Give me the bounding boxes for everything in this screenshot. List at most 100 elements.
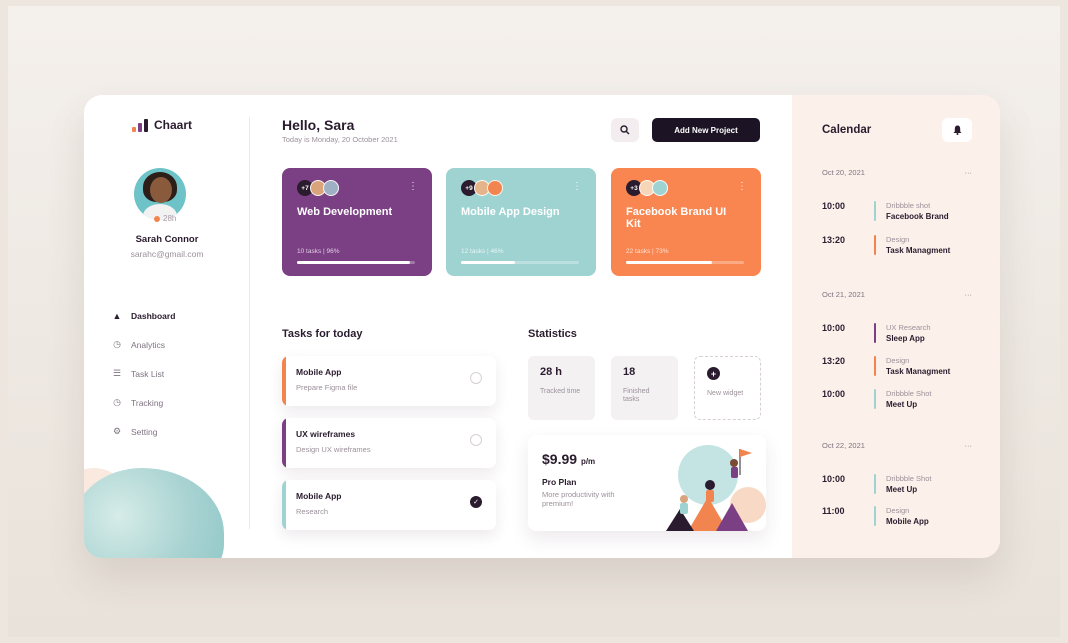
project-title: Mobile App Design [461,206,560,218]
sidebar-item-setting[interactable]: ⚙ Setting [112,417,175,446]
logo[interactable]: Chaart [132,118,192,132]
calendar-event[interactable]: 10:00 UX Research Sleep App [822,323,931,343]
event-color-bar [874,235,876,255]
task-color-stripe [282,356,286,406]
calendar-event[interactable]: 10:00 Dribbble shot Facebook Brand [822,201,949,221]
sidebar-item-task-list[interactable]: ☰ Task List [112,359,175,388]
calendar-event[interactable]: 10:00 Dribbble Shot Meet Up [822,389,931,409]
event-time: 11:00 [822,506,845,516]
calendar-date: Oct 22, 2021 [822,441,865,450]
task-title: Mobile App [296,491,342,501]
event-type: UX Research [886,323,931,332]
event-name: Meet Up [886,400,918,409]
event-name: Mobile App [886,517,929,526]
event-type: Design [886,506,910,515]
team-illustration [666,445,766,531]
avatar[interactable] [134,168,186,220]
avatar [487,180,503,196]
user-email: sarahc@gmail.com [130,249,204,259]
project-meta: 12 tasks | 46% [461,248,504,255]
task-title: UX wireframes [296,429,356,439]
stat-value: 18 [623,366,636,378]
event-name: Facebook Brand [886,212,949,221]
logo-bars-icon [132,119,148,132]
plus-icon: + [707,367,720,380]
task-checkbox-checked[interactable]: ✓ [470,496,482,508]
project-card[interactable]: +3 ⋮ Facebook Brand UI Kit 22 tasks | 73… [611,168,761,276]
event-color-bar [874,323,876,343]
task-item[interactable]: UX wireframes Design UX wireframes [282,418,496,468]
progress-fill [297,261,411,264]
event-time: 10:00 [822,474,846,484]
sidebar-item-tracking[interactable]: ◷ Tracking [112,388,175,417]
task-checkbox[interactable] [470,372,482,384]
check-icon: ✓ [473,499,479,506]
notification-button[interactable] [942,118,972,142]
task-subtitle: Design UX wireframes [296,445,371,454]
sidebar-item-dashboard[interactable]: ▲ Dashboard [112,301,176,330]
tracking-icon: ◷ [113,397,121,407]
progress-fill [626,261,713,264]
event-time: 13:20 [822,356,846,366]
pro-plan-card[interactable]: $9.99 p/m Pro Plan More productivity wit… [528,435,766,531]
progress-fill [461,261,516,264]
today-date: Today is Monday, 20 October 2021 [282,135,398,144]
calendar-date: Oct 21, 2021 [822,290,865,299]
calendar-event[interactable]: 11:00 Design Mobile App [822,506,929,526]
more-options-icon[interactable]: ⋮ [737,182,747,192]
gear-icon: ⚙ [112,426,122,436]
avatar-group: +9 [461,180,581,196]
calendar-event[interactable]: 13:20 Design Task Managment [822,235,950,255]
calendar-event[interactable]: 13:20 Design Task Managment [822,356,950,376]
event-name: Task Managment [886,367,951,376]
event-time: 10:00 [822,323,846,333]
more-options-icon[interactable]: ··· [965,441,973,450]
new-widget-button[interactable]: + New widget [694,356,761,420]
progress-bar [297,261,415,264]
avatar-group: +3 [626,180,746,196]
sidebar-item-label: Dashboard [131,310,176,321]
task-checkbox[interactable] [470,434,482,446]
project-card[interactable]: +9 ⋮ Mobile App Design 12 tasks | 46% [446,168,596,276]
event-color-bar [874,389,876,409]
calendar-day: Oct 21, 2021 ··· 10:00 UX Research Sleep A… [822,290,973,409]
search-button[interactable] [611,118,639,142]
event-color-bar [874,474,876,494]
event-color-bar [874,201,876,221]
task-item[interactable]: Mobile App Prepare Figma file [282,356,496,406]
more-options-icon[interactable]: ··· [965,168,973,177]
task-title: Mobile App [296,367,342,377]
sidebar-item-label: Analytics [131,339,166,350]
event-type: Dribbble Shot [886,474,932,483]
sidebar-item-analytics[interactable]: ◷ Analytics [112,330,175,359]
event-name: Meet Up [886,485,918,494]
project-card[interactable]: +7 ⋮ Web Development 10 tasks | 96% [282,168,432,276]
calendar-day: Oct 20, 2021 ··· 10:00 Dribbble shot Faceb… [822,168,973,255]
calendar-title: Calendar [822,124,872,136]
search-icon [620,125,630,135]
statistics-section-title: Statistics [528,328,577,340]
bell-icon [953,125,961,135]
event-time: 10:00 [822,201,846,211]
sidebar-divider [249,117,250,529]
calendar-date: Oct 20, 2021 [822,168,865,177]
avatar [323,180,339,196]
more-options-icon[interactable]: ⋮ [408,182,418,192]
analytics-icon: ◷ [113,339,121,349]
user-age-badge: 28h [154,214,176,223]
task-item[interactable]: Mobile App Research ✓ [282,480,496,530]
more-options-icon[interactable]: ··· [965,290,973,299]
event-time: 13:20 [822,235,846,245]
home-icon: ▲ [112,310,122,321]
sidebar-nav: ▲ Dashboard ◷ Analytics ☰ Task List ◷ Tr… [112,301,176,446]
event-name: Task Managment [886,246,951,255]
task-color-stripe [282,480,286,530]
calendar-event[interactable]: 10:00 Dribbble Shot Meet Up [822,474,931,494]
add-new-project-button[interactable]: Add New Project [652,118,760,142]
stat-tracked-time: 28 h Tracked time [528,356,595,420]
progress-bar [461,261,579,264]
more-options-icon[interactable]: ⋮ [572,182,582,192]
stat-value: 28 h [540,366,563,378]
project-title: Web Development [297,206,393,218]
page-title: Hello, Sara [282,117,355,133]
